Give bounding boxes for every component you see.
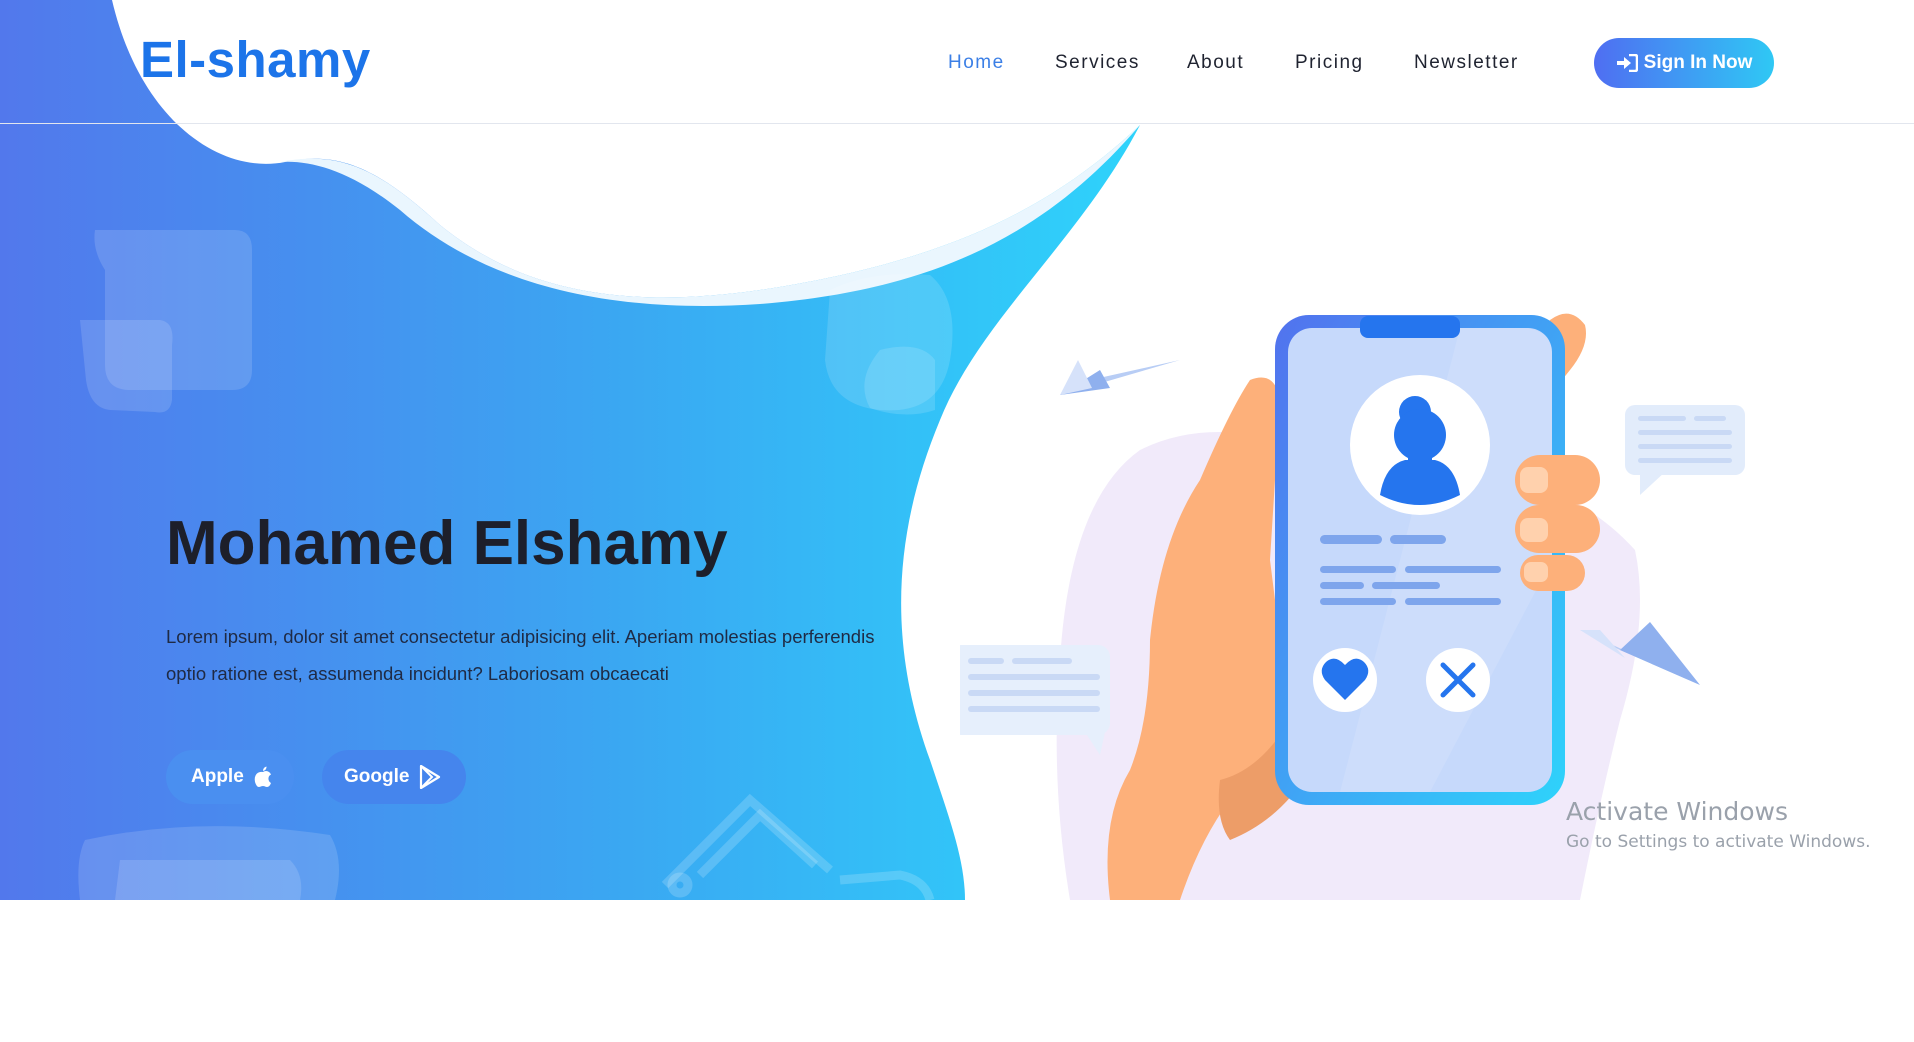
google-play-icon	[419, 765, 441, 789]
google-button-label: Google	[344, 766, 410, 787]
paper-plane-icon	[1060, 360, 1180, 395]
apple-button-label: Apple	[191, 766, 244, 787]
apple-store-button[interactable]: Apple	[166, 750, 294, 804]
chat-bubble-icon	[1625, 405, 1745, 495]
watermark-subtitle: Go to Settings to activate Windows.	[1566, 832, 1871, 852]
nav-link-services[interactable]: Services	[1055, 52, 1140, 74]
nav-link-about[interactable]: About	[1187, 52, 1244, 74]
nav-link-pricing[interactable]: Pricing	[1295, 52, 1364, 74]
navbar: El-shamy Home Services About Pricing New…	[0, 0, 1914, 124]
watermark-title: Activate Windows	[1566, 797, 1788, 826]
phone-notch	[1360, 316, 1460, 338]
sign-in-button[interactable]: Sign In Now	[1594, 38, 1774, 88]
hero-description: Lorem ipsum, dolor sit amet consectetur …	[166, 618, 926, 692]
windows-activation-watermark: Activate Windows Go to Settings to activ…	[1566, 797, 1871, 852]
sign-in-icon	[1616, 54, 1638, 72]
brand-logo[interactable]: El-shamy	[140, 30, 371, 89]
apple-icon	[254, 766, 272, 788]
hero-description-line-2: optio ratione est, assumenda incidunt? L…	[166, 663, 669, 684]
hero-description-line-1: Lorem ipsum, dolor sit amet consectetur …	[166, 626, 875, 647]
nav-link-home[interactable]: Home	[948, 52, 1005, 74]
hero-title: Mohamed Elshamy	[166, 509, 728, 578]
google-play-button[interactable]: Google	[322, 750, 466, 804]
nav-link-newsletter[interactable]: Newsletter	[1414, 52, 1519, 74]
sign-in-label: Sign In Now	[1643, 52, 1753, 73]
